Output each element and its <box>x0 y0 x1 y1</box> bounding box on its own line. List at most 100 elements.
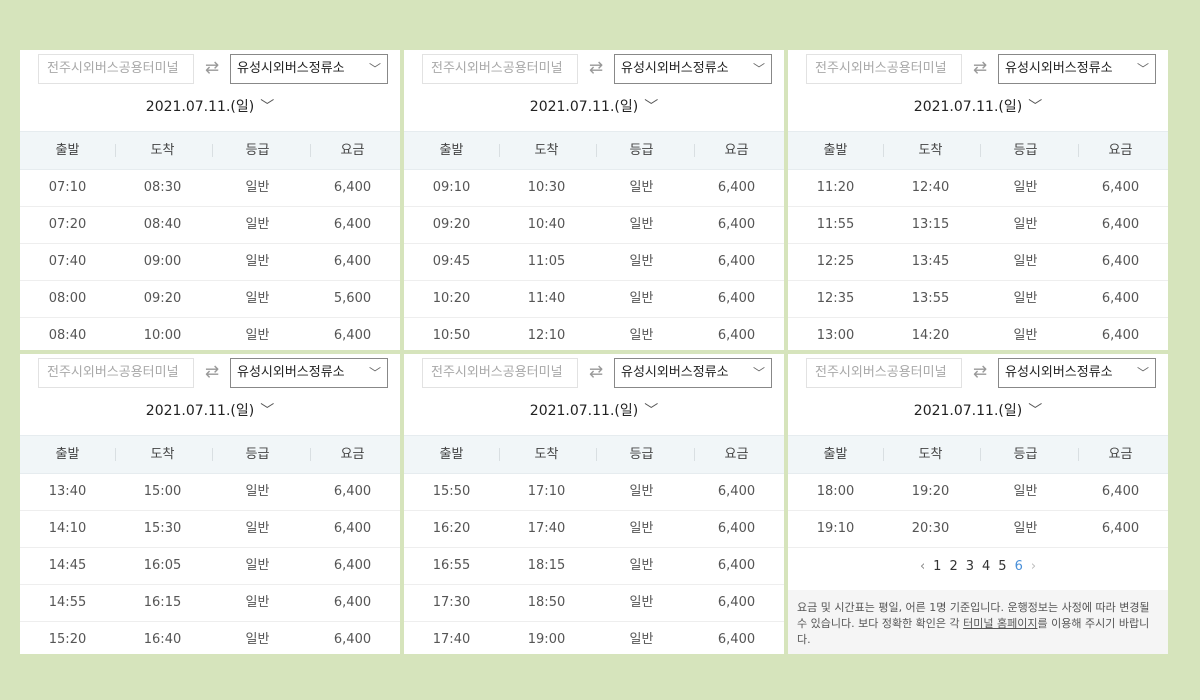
chevron-left-icon[interactable]: ‹ <box>920 547 925 587</box>
page-link[interactable]: 1 <box>933 547 941 587</box>
table-row[interactable]: 16:55 18:15 일반 6,400 <box>404 547 784 585</box>
table-cell: 일반 <box>245 217 270 232</box>
table-row[interactable]: 08:00 09:20 일반 5,600 <box>20 280 400 318</box>
swap-icon[interactable]: ⇄ <box>194 54 230 84</box>
column-divider <box>212 448 213 461</box>
table-row[interactable]: 17:30 18:50 일반 6,400 <box>404 584 784 622</box>
table-cell: 일반 <box>245 291 270 306</box>
table-cell: 5,600 <box>333 291 372 306</box>
date-selector[interactable]: 2021.07.11.(일) ﹀ <box>788 95 1168 119</box>
timetable-panel: 전주시외버스공용터미널 ⇄ 유성시외버스정류소 ﹀ 2021.07.11.(일) ﹀ 출발 도… <box>404 354 784 654</box>
column-header: 출발 <box>439 447 464 462</box>
terminal-homepage-link[interactable]: 터미널 홈페이지 <box>963 617 1037 630</box>
chevron-down-icon: ﹀ <box>368 366 381 380</box>
table-cell: 13:40 <box>48 484 87 499</box>
page-link[interactable]: 2 <box>949 547 957 587</box>
column-header: 출발 <box>55 143 80 158</box>
table-row[interactable]: 12:25 13:45 일반 6,400 <box>788 243 1168 281</box>
table-row[interactable]: 13:00 14:20 일반 6,400 <box>788 317 1168 350</box>
table-row[interactable]: 18:00 19:20 일반 6,400 <box>788 473 1168 511</box>
table-cell: 일반 <box>245 558 270 573</box>
table-cell: 11:20 <box>816 180 855 195</box>
table-cell: 6,400 <box>333 254 372 269</box>
destination-select[interactable]: 유성시외버스정류소 ﹀ <box>614 54 772 84</box>
destination-select[interactable]: 유성시외버스정류소 ﹀ <box>998 54 1156 84</box>
table-header: 출발 도착 등급 요금 <box>20 131 400 170</box>
table-cell: 일반 <box>245 521 270 536</box>
table-row[interactable]: 10:20 11:40 일반 6,400 <box>404 280 784 318</box>
table-row[interactable]: 12:35 13:55 일반 6,400 <box>788 280 1168 318</box>
chevron-down-icon: ﹀ <box>260 403 275 419</box>
table-row[interactable]: 10:50 12:10 일반 6,400 <box>404 317 784 350</box>
origin-field[interactable]: 전주시외버스공용터미널 <box>806 54 962 84</box>
table-row[interactable]: 09:45 11:05 일반 6,400 <box>404 243 784 281</box>
table-cell: 일반 <box>1013 254 1038 269</box>
page-link[interactable]: 4 <box>982 547 990 587</box>
origin-field[interactable]: 전주시외버스공용터미널 <box>38 358 194 388</box>
table-row[interactable]: 11:55 13:15 일반 6,400 <box>788 206 1168 244</box>
table-row[interactable]: 15:20 16:40 일반 6,400 <box>20 621 400 654</box>
swap-icon[interactable]: ⇄ <box>962 54 998 84</box>
table-cell: 10:00 <box>143 328 182 343</box>
destination-select[interactable]: 유성시외버스정류소 ﹀ <box>230 54 388 84</box>
table-row[interactable]: 19:10 20:30 일반 6,400 <box>788 510 1168 548</box>
destination-select[interactable]: 유성시외버스정류소 ﹀ <box>614 358 772 388</box>
date-label: 2021.07.11.(일) <box>145 99 255 115</box>
chevron-down-icon: ﹀ <box>1136 366 1149 380</box>
table-cell: 16:20 <box>432 521 471 536</box>
origin-field[interactable]: 전주시외버스공용터미널 <box>422 54 578 84</box>
page-link[interactable]: 6 <box>1015 547 1023 587</box>
origin-field[interactable]: 전주시외버스공용터미널 <box>422 358 578 388</box>
table-cell: 10:30 <box>527 180 566 195</box>
destination-select[interactable]: 유성시외버스정류소 ﹀ <box>998 358 1156 388</box>
table-row[interactable]: 11:20 12:40 일반 6,400 <box>788 169 1168 207</box>
table-row[interactable]: 07:20 08:40 일반 6,400 <box>20 206 400 244</box>
page-link[interactable]: 3 <box>966 547 974 587</box>
swap-icon[interactable]: ⇄ <box>194 358 230 388</box>
page-link[interactable]: 5 <box>998 547 1006 587</box>
table-cell: 6,400 <box>717 484 756 499</box>
table-cell: 일반 <box>245 328 270 343</box>
table-cell: 6,400 <box>1101 521 1140 536</box>
table-row[interactable]: 07:40 09:00 일반 6,400 <box>20 243 400 281</box>
date-selector[interactable]: 2021.07.11.(일) ﹀ <box>404 95 784 119</box>
swap-icon[interactable]: ⇄ <box>578 54 614 84</box>
table-cell: 일반 <box>629 180 654 195</box>
table-cell: 09:10 <box>432 180 471 195</box>
date-selector[interactable]: 2021.07.11.(일) ﹀ <box>20 95 400 119</box>
table-row[interactable]: 09:20 10:40 일반 6,400 <box>404 206 784 244</box>
origin-field[interactable]: 전주시외버스공용터미널 <box>38 54 194 84</box>
table-header: 출발 도착 등급 요금 <box>404 131 784 170</box>
table-row[interactable]: 14:10 15:30 일반 6,400 <box>20 510 400 548</box>
table-cell: 10:50 <box>432 328 471 343</box>
column-divider <box>694 448 695 461</box>
table-row[interactable]: 14:45 16:05 일반 6,400 <box>20 547 400 585</box>
swap-icon[interactable]: ⇄ <box>962 358 998 388</box>
column-divider <box>1078 448 1079 461</box>
date-selector[interactable]: 2021.07.11.(일) ﹀ <box>404 399 784 423</box>
table-cell: 6,400 <box>717 291 756 306</box>
chevron-right-icon[interactable]: › <box>1031 547 1036 587</box>
table-cell: 09:00 <box>143 254 182 269</box>
table-row[interactable]: 15:50 17:10 일반 6,400 <box>404 473 784 511</box>
table-row[interactable]: 09:10 10:30 일반 6,400 <box>404 169 784 207</box>
table-cell: 17:10 <box>527 484 566 499</box>
table-row[interactable]: 13:40 15:00 일반 6,400 <box>20 473 400 511</box>
table-cell: 6,400 <box>1101 291 1140 306</box>
destination-select[interactable]: 유성시외버스정류소 ﹀ <box>230 358 388 388</box>
table-cell: 일반 <box>245 254 270 269</box>
column-header: 출발 <box>823 143 848 158</box>
table-cell: 17:40 <box>527 521 566 536</box>
swap-icon[interactable]: ⇄ <box>578 358 614 388</box>
date-selector[interactable]: 2021.07.11.(일) ﹀ <box>788 399 1168 423</box>
table-row[interactable]: 14:55 16:15 일반 6,400 <box>20 584 400 622</box>
column-header: 등급 <box>1013 143 1038 158</box>
origin-field[interactable]: 전주시외버스공용터미널 <box>806 358 962 388</box>
table-row[interactable]: 08:40 10:00 일반 6,400 <box>20 317 400 350</box>
table-row[interactable]: 16:20 17:40 일반 6,400 <box>404 510 784 548</box>
table-row[interactable]: 17:40 19:00 일반 6,400 <box>404 621 784 654</box>
table-row[interactable]: 07:10 08:30 일반 6,400 <box>20 169 400 207</box>
notice-text: 요금 및 시간표는 평일, 어른 1명 기준입니다. 운행정보는 사정에 따라 … <box>788 590 1168 654</box>
table-cell: 09:20 <box>143 291 182 306</box>
date-selector[interactable]: 2021.07.11.(일) ﹀ <box>20 399 400 423</box>
